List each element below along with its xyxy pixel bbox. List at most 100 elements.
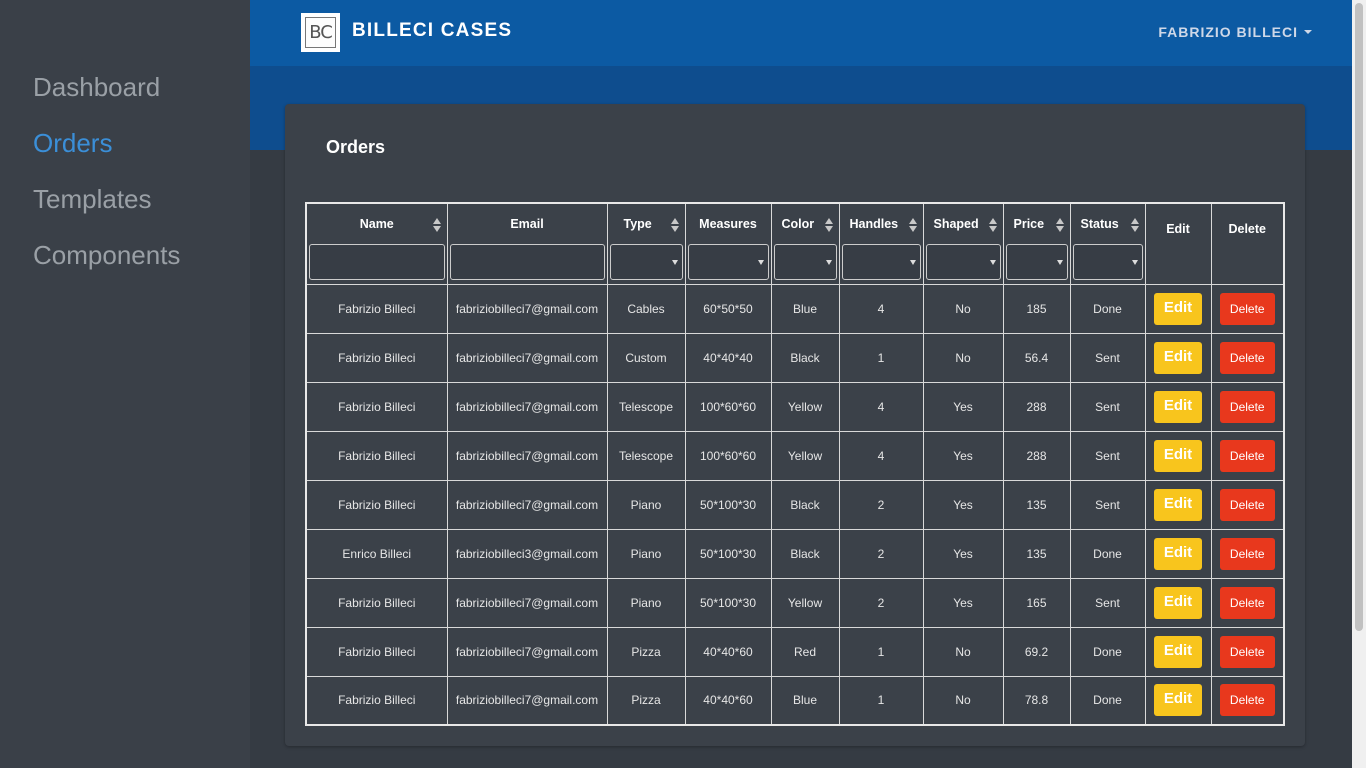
edit-button[interactable]: Edit <box>1154 488 1202 521</box>
edit-button[interactable]: Edit <box>1154 586 1202 619</box>
cell-color: Black <box>770 528 840 579</box>
sidebar-item-components[interactable]: Components <box>0 238 250 294</box>
user-name: FABRIZIO BILLECI <box>1158 24 1298 40</box>
cell-status: Sent <box>1069 381 1146 432</box>
column-price-label: Price <box>1013 217 1045 231</box>
column-shaped-label: Shaped <box>933 217 979 231</box>
cell-measures: 40*40*60 <box>684 626 772 677</box>
filter-type-select[interactable] <box>609 244 683 280</box>
user-menu[interactable]: FABRIZIO BILLECI <box>1158 24 1312 40</box>
cell-measures: 50*100*30 <box>684 577 772 628</box>
cell-edit: Edit <box>1144 332 1212 383</box>
edit-button[interactable]: Edit <box>1154 390 1202 423</box>
cell-email: fabriziobilleci7@gmail.com <box>446 479 608 530</box>
sort-type[interactable]: Type <box>610 204 683 244</box>
sidebar-item-dashboard[interactable]: Dashboard <box>0 70 250 126</box>
delete-button[interactable]: Delete <box>1219 537 1275 570</box>
edit-button[interactable]: Edit <box>1154 439 1202 472</box>
sort-email[interactable]: Email <box>450 204 605 244</box>
sidebar-item-orders[interactable]: Orders <box>0 126 250 182</box>
column-handles: Handles <box>838 202 924 285</box>
cell-name: Fabrizio Billeci <box>305 479 448 530</box>
sort-shaped[interactable]: Shaped <box>926 204 1001 244</box>
filter-color-select[interactable] <box>773 244 837 280</box>
cell-email: fabriziobilleci7@gmail.com <box>446 332 608 383</box>
sort-name[interactable]: Name <box>309 204 445 244</box>
cell-handles: 4 <box>838 283 924 334</box>
sort-price[interactable]: Price <box>1006 204 1068 244</box>
sort-icon <box>1055 218 1064 232</box>
delete-button[interactable]: Delete <box>1219 635 1275 668</box>
sort-color[interactable]: Color <box>774 204 837 244</box>
cell-shaped: No <box>922 332 1004 383</box>
filter-name-input[interactable] <box>309 244 445 280</box>
column-type-label: Type <box>623 217 652 231</box>
delete-button[interactable]: Delete <box>1219 341 1275 374</box>
caret-down-icon <box>1304 30 1312 34</box>
cell-shaped: Yes <box>922 430 1004 481</box>
table-row: Fabrizio Billeci fabriziobilleci7@gmail.c… <box>305 283 1285 334</box>
delete-button[interactable]: Delete <box>1219 488 1275 521</box>
sidebar: Dashboard Orders Templates Components <box>0 0 250 768</box>
cell-status: Sent <box>1069 479 1146 530</box>
sort-status[interactable]: Status <box>1073 204 1143 244</box>
filter-handles-select[interactable] <box>841 244 921 280</box>
filter-email-input[interactable] <box>449 244 605 280</box>
page-scrollbar[interactable] <box>1352 0 1366 768</box>
cell-delete: Delete <box>1210 577 1285 628</box>
cell-measures: 50*100*30 <box>684 479 772 530</box>
sidebar-item-templates[interactable]: Templates <box>0 182 250 238</box>
cell-delete: Delete <box>1210 283 1285 334</box>
cell-measures: 40*40*40 <box>684 332 772 383</box>
cell-name: Fabrizio Billeci <box>305 626 448 677</box>
cell-measures: 100*60*60 <box>684 381 772 432</box>
delete-button[interactable]: Delete <box>1219 390 1275 423</box>
delete-button[interactable]: Delete <box>1219 586 1275 619</box>
chevron-down-icon <box>909 260 916 265</box>
filter-status-select[interactable] <box>1072 244 1143 280</box>
table-row: Fabrizio Billeci fabriziobilleci7@gmail.c… <box>305 577 1285 628</box>
cell-price: 288 <box>1002 430 1071 481</box>
cell-shaped: Yes <box>922 577 1004 628</box>
cell-type: Custom <box>606 332 686 383</box>
edit-button[interactable]: Edit <box>1154 292 1202 325</box>
edit-button[interactable]: Edit <box>1154 684 1202 717</box>
cell-email: fabriziobilleci7@gmail.com <box>446 626 608 677</box>
cell-price: 288 <box>1002 381 1071 432</box>
cell-price: 135 <box>1002 528 1071 579</box>
table-row: Fabrizio Billeci fabriziobilleci7@gmail.c… <box>305 479 1285 530</box>
cell-name: Fabrizio Billeci <box>305 577 448 628</box>
cell-email: fabriziobilleci7@gmail.com <box>446 381 608 432</box>
column-color-label: Color <box>781 217 815 231</box>
delete-button[interactable]: Delete <box>1219 292 1275 325</box>
filter-price-select[interactable] <box>1005 244 1068 280</box>
cell-price: 78.8 <box>1002 675 1071 726</box>
edit-button[interactable]: Edit <box>1154 341 1202 374</box>
table-row: Fabrizio Billeci fabriziobilleci7@gmail.c… <box>305 381 1285 432</box>
filter-shaped-select[interactable] <box>925 244 1001 280</box>
sort-handles[interactable]: Handles <box>842 204 921 244</box>
sort-icon <box>908 218 917 232</box>
column-type: Type <box>606 202 686 285</box>
scrollbar-thumb[interactable] <box>1355 3 1363 631</box>
cell-handles: 2 <box>838 479 924 530</box>
cell-type: Pizza <box>606 626 686 677</box>
brand-logo[interactable]: BC <box>301 13 340 52</box>
brand-name[interactable]: BILLECI CASES <box>352 20 512 42</box>
cell-name: Fabrizio Billeci <box>305 675 448 726</box>
column-shaped: Shaped <box>922 202 1004 285</box>
cell-delete: Delete <box>1210 430 1285 481</box>
chevron-down-icon <box>989 260 996 265</box>
delete-button[interactable]: Delete <box>1219 684 1275 717</box>
delete-button[interactable]: Delete <box>1219 439 1275 472</box>
column-color: Color <box>770 202 840 285</box>
sort-measures[interactable]: Measures <box>688 204 769 244</box>
edit-button[interactable]: Edit <box>1154 537 1202 570</box>
filter-measures-select[interactable] <box>687 244 769 280</box>
cell-edit: Edit <box>1144 528 1212 579</box>
edit-button[interactable]: Edit <box>1154 635 1202 668</box>
cell-status: Done <box>1069 528 1146 579</box>
column-email-label: Email <box>510 217 544 231</box>
cell-status: Sent <box>1069 430 1146 481</box>
cell-delete: Delete <box>1210 675 1285 726</box>
